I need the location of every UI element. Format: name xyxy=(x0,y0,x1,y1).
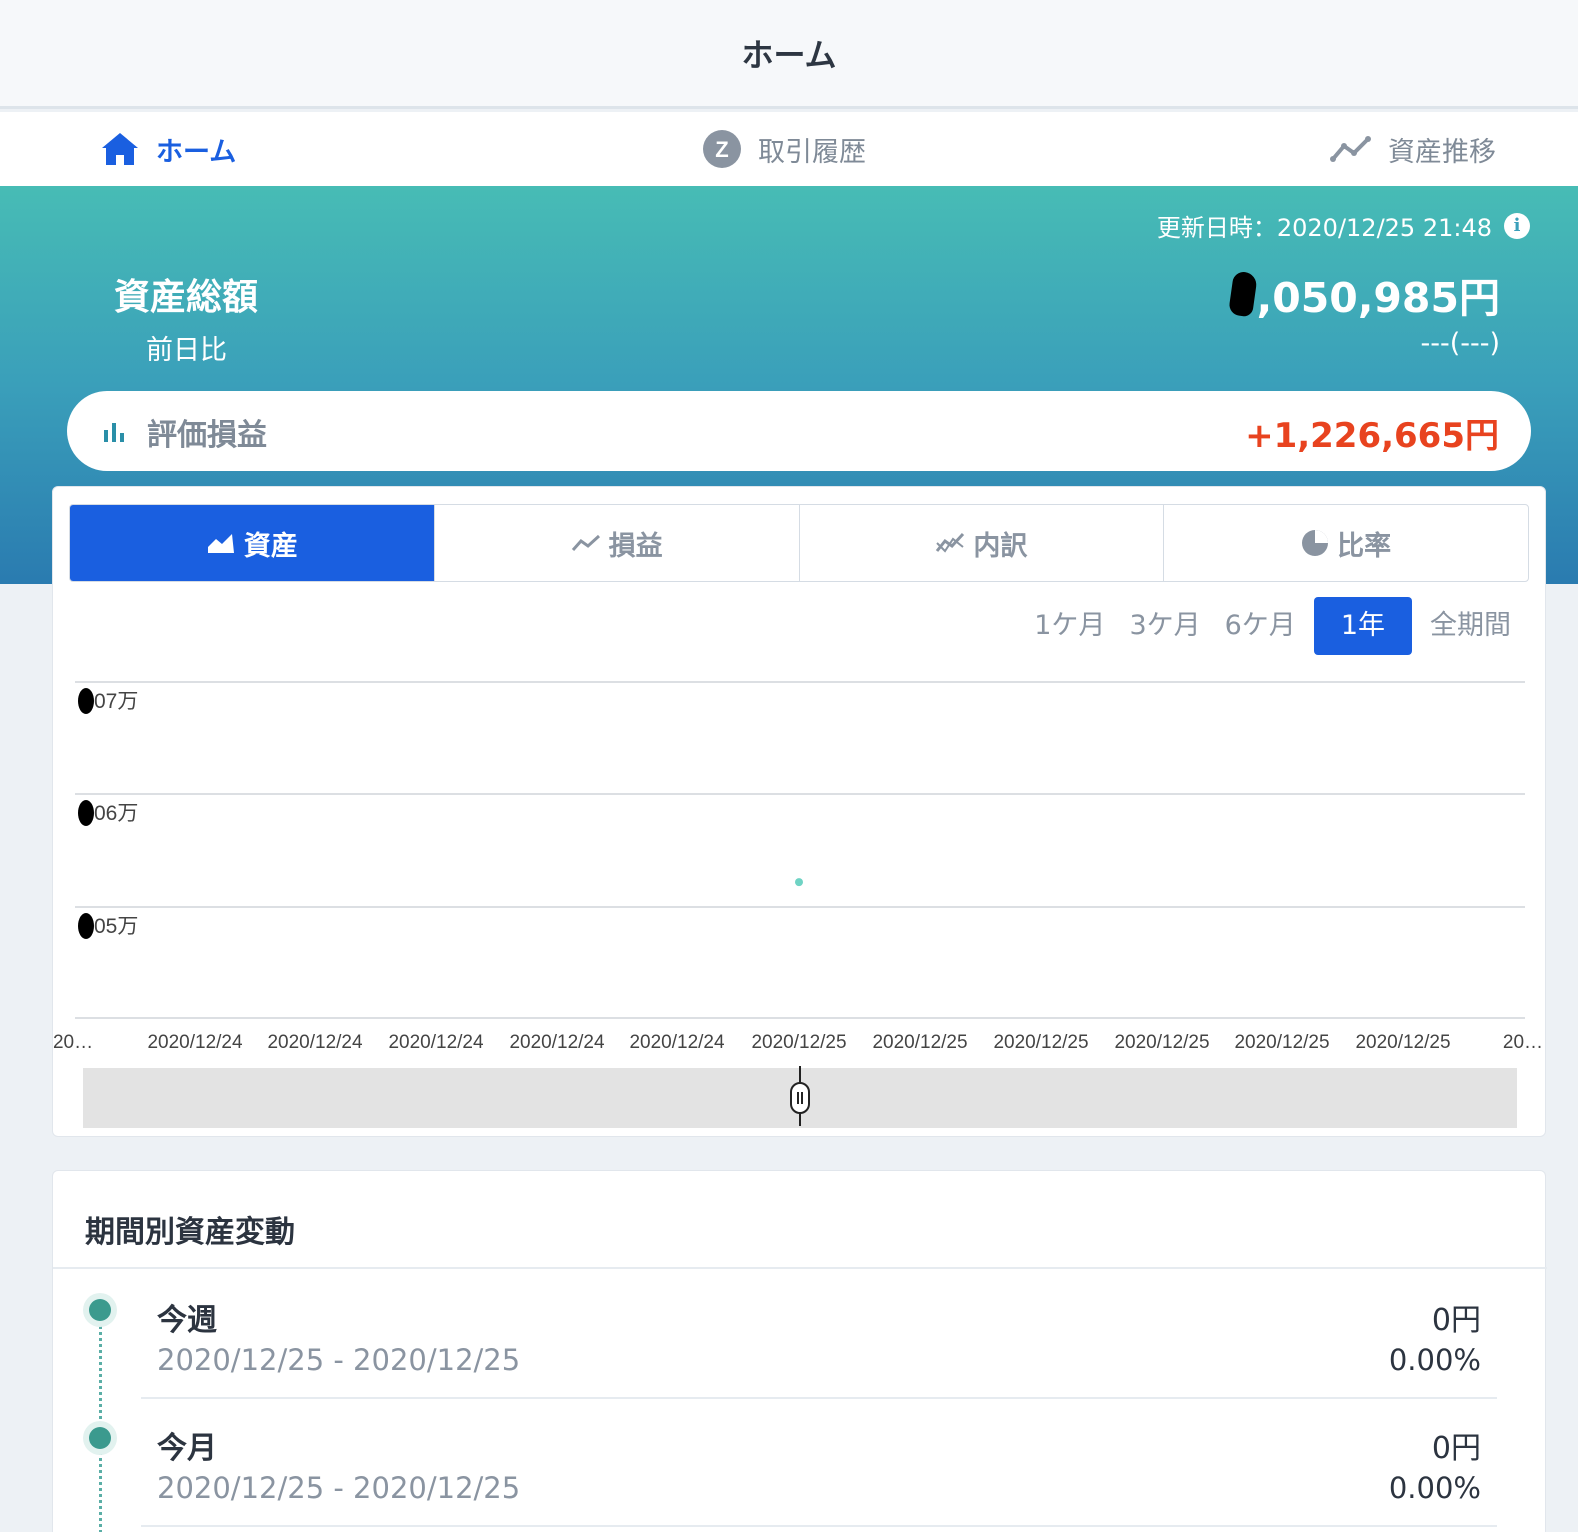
x-tick-label: 2020/12/25 xyxy=(872,1032,967,1053)
y-tick-label: 05万 xyxy=(94,915,138,938)
period-amount: 0円 xyxy=(1431,1303,1481,1338)
divider xyxy=(53,1267,1547,1269)
x-tick-label: 2020/12/24 xyxy=(509,1032,605,1053)
unrealized-pl-label: 評価損益 xyxy=(147,418,267,453)
redaction-mark xyxy=(1227,270,1258,318)
tab-ratio-label: 比率 xyxy=(1337,530,1392,562)
x-tick-label: 2020/12/24 xyxy=(629,1032,725,1053)
y-tick-label: 06万 xyxy=(94,802,138,825)
period-percent: 0.00% xyxy=(1388,1343,1481,1377)
asset-chart-card: 資産 損益 内訳 比率 1ケ月 3ケ月 6ケ月 1年 全期間 07万 06万 05万 20… 2… xyxy=(52,486,1546,1137)
nav-history[interactable]: Z 取引履歴 xyxy=(702,112,866,186)
x-tick-label: 2020/12/25 xyxy=(1234,1032,1329,1053)
day-diff-value: ---(---) xyxy=(1420,328,1500,359)
period-button[interactable]: 6ケ月 xyxy=(1213,597,1308,655)
period-selector: 1ケ月 3ケ月 6ケ月 1年 全期間 xyxy=(1022,597,1523,655)
data-point[interactable] xyxy=(795,878,803,887)
tab-breakdown[interactable]: 内訳 xyxy=(798,505,1164,581)
top-nav: ホーム Z 取引履歴 資産推移 xyxy=(0,112,1578,186)
period-button[interactable]: 1年 xyxy=(1313,597,1412,655)
tab-profit-label: 損益 xyxy=(608,530,663,562)
unrealized-pl-value: +1,226,665円 xyxy=(1245,416,1499,456)
period-changes-card: 期間別資産変動 今週 2020/12/25 - 2020/12/25 0円 0.… xyxy=(52,1170,1547,1532)
period-range: 2020/12/25 - 2020/12/25 xyxy=(157,1343,521,1377)
area-chart-icon xyxy=(207,534,234,553)
info-icon[interactable]: i xyxy=(1504,212,1530,239)
period-changes-title: 期間別資産変動 xyxy=(85,1215,295,1250)
nav-history-label: 取引履歴 xyxy=(758,136,866,168)
page-title: ホーム xyxy=(741,36,837,74)
timeline-line xyxy=(99,1309,102,1532)
updated-at-text: 更新日時：2020/12/25 21:48 xyxy=(1156,214,1492,242)
total-assets-value: ,050,985円 xyxy=(1227,264,1500,324)
total-assets-label: 資産総額 xyxy=(114,277,259,318)
tab-profit[interactable]: 損益 xyxy=(433,505,799,581)
period-amount: 0円 xyxy=(1431,1431,1481,1466)
asset-chart: 07万 06万 05万 20… 2020/12/24 2020/12/24 2020/12/… xyxy=(53,681,1543,1053)
list-item[interactable]: 今月 2020/12/25 - 2020/12/25 0円 0.00% xyxy=(89,1399,1497,1527)
x-tick-label: 2020/12/24 xyxy=(267,1032,363,1053)
redaction-mark xyxy=(78,913,94,939)
tab-assets[interactable]: 資産 xyxy=(70,505,434,581)
multi-line-chart-icon xyxy=(936,532,965,553)
period-label: 今週 xyxy=(157,1303,217,1338)
tab-ratio[interactable]: 比率 xyxy=(1163,505,1528,581)
x-tick-label: 20… xyxy=(1503,1032,1543,1053)
slider-handle[interactable] xyxy=(790,1082,810,1114)
redaction-mark xyxy=(78,800,94,826)
nav-trend-label: 資産推移 xyxy=(1388,136,1496,168)
list-item[interactable]: 今週 2020/12/25 - 2020/12/25 0円 0.00% xyxy=(89,1271,1497,1399)
unrealized-pl-bar[interactable]: 評価損益 +1,226,665円 xyxy=(67,391,1531,471)
bar-chart-icon xyxy=(104,423,124,442)
period-percent: 0.00% xyxy=(1388,1471,1481,1505)
x-tick-label: 2020/12/25 xyxy=(1114,1032,1209,1053)
tab-breakdown-label: 内訳 xyxy=(973,530,1028,562)
period-button[interactable]: 全期間 xyxy=(1418,597,1523,655)
pie-chart-icon xyxy=(1302,530,1329,556)
period-label: 今月 xyxy=(157,1431,217,1466)
x-tick-label: 2020/12/24 xyxy=(147,1032,243,1053)
x-tick-label: 2020/12/25 xyxy=(751,1032,846,1053)
history-icon: Z xyxy=(703,130,741,168)
x-tick-label: 2020/12/24 xyxy=(388,1032,484,1053)
x-tick-label: 2020/12/25 xyxy=(1355,1032,1450,1053)
timeline-dot xyxy=(89,1299,111,1321)
svg-text:Z: Z xyxy=(715,137,728,162)
chart-tabs: 資産 損益 内訳 比率 xyxy=(69,504,1529,582)
redaction-mark xyxy=(78,688,94,714)
range-slider[interactable] xyxy=(83,1066,1517,1128)
updated-at: 更新日時：2020/12/25 21:48 i xyxy=(1157,208,1530,243)
timeline-dot xyxy=(89,1427,111,1449)
nav-trend[interactable]: 資産推移 xyxy=(1330,112,1496,186)
x-tick-label: 2020/12/25 xyxy=(993,1032,1088,1053)
app-header: ホーム xyxy=(0,0,1578,109)
trend-line-icon xyxy=(1330,136,1371,162)
total-assets-amount: ,050,985円 xyxy=(1256,274,1500,322)
period-button[interactable]: 1ケ月 xyxy=(1022,597,1117,655)
day-diff-label: 前日比 xyxy=(146,335,227,366)
home-icon xyxy=(102,133,138,165)
period-button[interactable]: 3ケ月 xyxy=(1117,597,1212,655)
y-tick-label: 07万 xyxy=(94,690,138,713)
line-chart-icon xyxy=(571,534,600,551)
nav-home-label: ホーム xyxy=(156,136,237,168)
period-range: 2020/12/25 - 2020/12/25 xyxy=(157,1471,521,1505)
nav-home[interactable]: ホーム xyxy=(100,112,236,186)
tab-assets-label: 資産 xyxy=(243,530,298,562)
x-tick-label: 20… xyxy=(53,1032,93,1053)
